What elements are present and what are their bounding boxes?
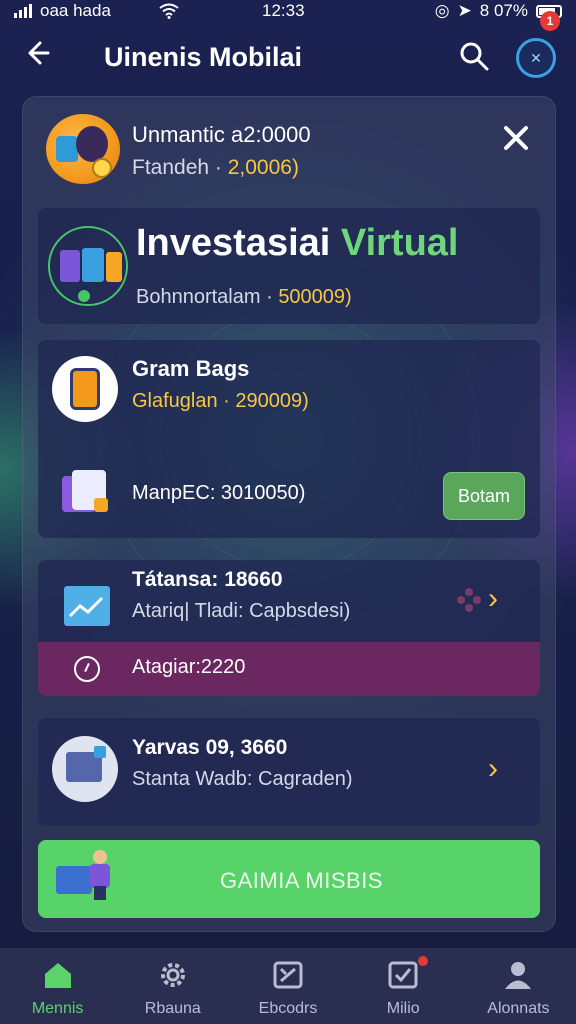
back-arrow-icon <box>28 41 50 65</box>
profile-icon: ✕ <box>530 49 542 66</box>
cta-label: GAIMIA MISBIS <box>220 868 383 893</box>
user-sub: Ftandeh · 2,0006) <box>132 156 299 179</box>
chart-icon <box>64 576 110 626</box>
status-bar: oaa hada 12:33 ◎ ➤ 8 07% <box>0 0 576 22</box>
presenter-icon <box>54 850 114 904</box>
game-sub: Glafuglan · 290009) <box>132 390 309 412</box>
tools-icon <box>273 961 303 989</box>
purple-row[interactable] <box>38 642 540 696</box>
invest-sub: Bohnnortalam · 500009) <box>136 286 352 308</box>
nav-item-account[interactable]: Alonnats <box>461 948 576 1024</box>
close-icon <box>504 126 528 150</box>
chevron-right-icon[interactable]: › <box>488 752 498 786</box>
person-icon <box>505 962 532 989</box>
nav-notification-dot <box>418 956 428 966</box>
invest-title: Investasiai Virtual <box>136 222 459 264</box>
page-title: Uinenis Mobilai <box>104 42 303 72</box>
search-button[interactable] <box>458 40 492 74</box>
location-icon: ➤ <box>457 1 472 20</box>
yarn-title: Yarvas 09, 3660 <box>132 736 288 759</box>
wifi-icon <box>159 3 179 19</box>
bottom-nav: Mennis Rbauna Ebcodrs Milio Alonnats <box>0 948 576 1024</box>
carrier-label: oaa hada <box>40 1 111 20</box>
nav-item-home[interactable]: Mennis <box>0 948 115 1024</box>
transaction-subtitle: Atariq| Tladi: Capbsdesi) <box>132 600 351 622</box>
map-text: ManpEC: 3010050) <box>132 482 306 504</box>
notification-badge: 1 <box>540 11 560 31</box>
action-button[interactable]: Botam <box>443 472 525 520</box>
clock: 12:33 <box>262 1 305 20</box>
gear-icon <box>160 963 185 987</box>
nav-item-tasks[interactable]: Milio <box>346 948 461 1024</box>
back-button[interactable] <box>26 40 56 72</box>
transaction-title: Tátansa: 18660 <box>132 568 283 591</box>
app-header: Uinenis Mobilai ✕ <box>0 22 576 92</box>
phone-icon <box>52 356 118 422</box>
user-name: Unmantic a2:0000 <box>132 122 311 147</box>
user-avatar <box>46 114 120 184</box>
timer-icon <box>74 656 100 682</box>
checklist-icon <box>388 961 418 989</box>
nav-item-tools[interactable]: Ebcodrs <box>230 948 345 1024</box>
dots-icon <box>454 586 484 614</box>
battery-percent: 8 07% <box>479 1 528 20</box>
yarn-subtitle: Stanta Wadb: Cagraden) <box>132 768 353 790</box>
game-title: Gram Bags <box>132 356 250 381</box>
screen-icon <box>52 736 118 802</box>
chevron-right-icon[interactable]: › <box>488 582 498 616</box>
signal-icon <box>14 4 32 18</box>
search-icon <box>460 42 489 71</box>
documents-icon <box>58 470 114 520</box>
profile-button[interactable]: ✕ <box>516 38 556 78</box>
alarm-icon: ◎ <box>434 1 450 20</box>
invest-icon <box>48 226 128 306</box>
nav-item-settings[interactable]: Rbauna <box>115 948 230 1024</box>
close-button[interactable] <box>503 120 529 158</box>
home-icon <box>44 963 71 988</box>
purple-row-text: Atagiar:2220 <box>132 656 246 678</box>
